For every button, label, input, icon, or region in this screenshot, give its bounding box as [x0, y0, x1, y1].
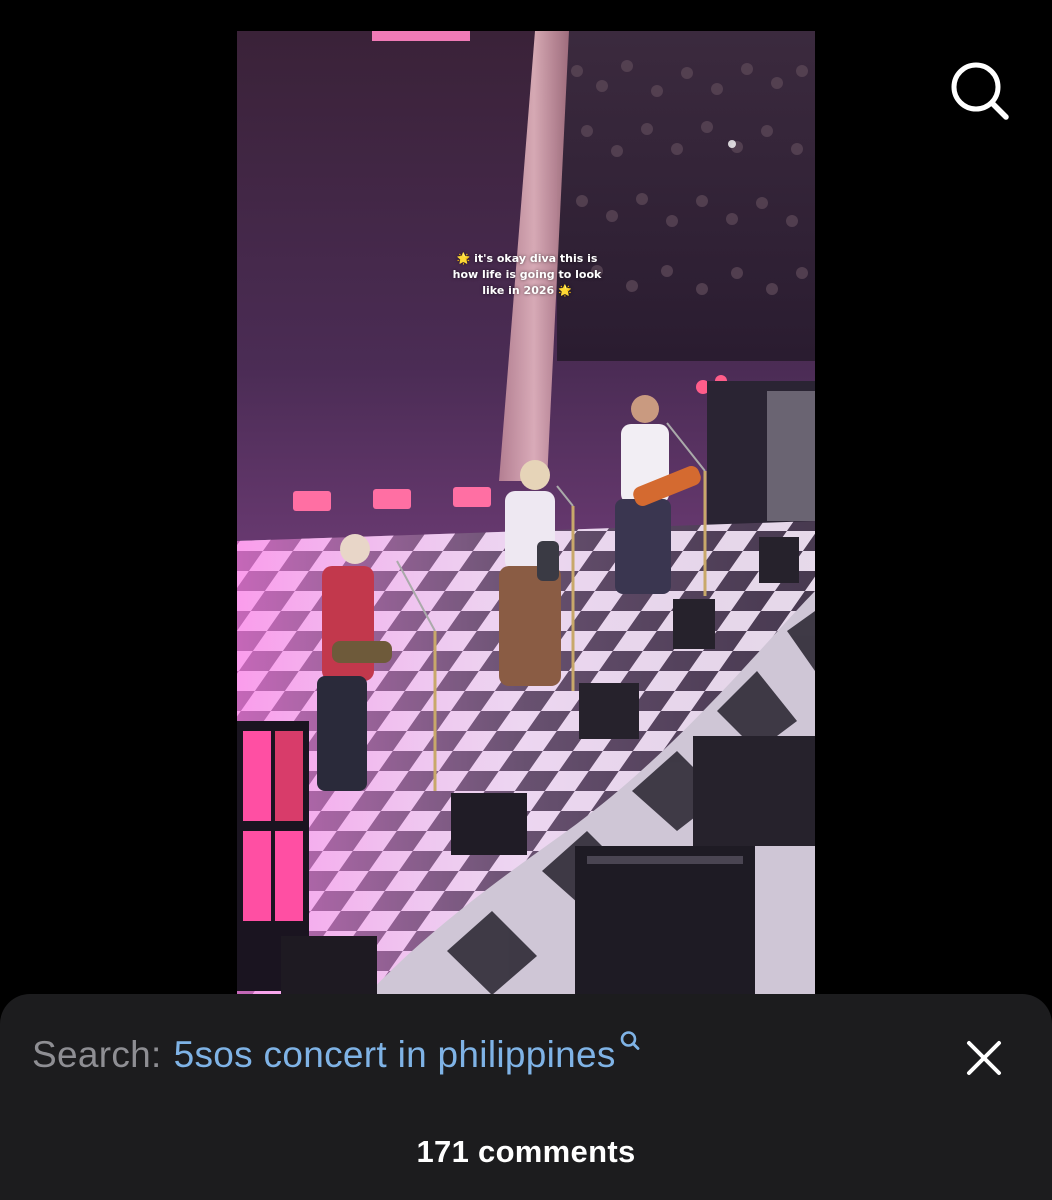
- comments-count[interactable]: 171 comments: [0, 1134, 1052, 1170]
- search-query[interactable]: 5sos concert in philippines: [174, 1034, 616, 1076]
- search-icon: [951, 62, 1009, 120]
- video-player[interactable]: 🌟 it's okay diva this is how life is goi…: [237, 31, 815, 995]
- video-caption: 🌟 it's okay diva this is how life is goi…: [437, 251, 617, 299]
- star-icon: 🌟: [558, 284, 572, 297]
- related-search-link[interactable]: Search: 5sos concert in philippines: [32, 1030, 641, 1080]
- caption-line-2: how life is going to look: [452, 268, 602, 281]
- search-prefix: Search:: [32, 1034, 162, 1075]
- star-icon: 🌟: [456, 252, 471, 265]
- search-icon: [620, 1031, 640, 1050]
- reels-screen: 🌟 it's okay diva this is how life is goi…: [0, 0, 1052, 1200]
- caption-line-3: like in 2026: [482, 284, 555, 297]
- caption-line-1: it's okay diva this is: [474, 252, 598, 265]
- close-icon: [967, 1041, 1001, 1075]
- concert-video-frame: [237, 31, 815, 995]
- close-button[interactable]: [960, 1034, 1008, 1082]
- comments-sheet: Search: 5sos concert in philippines 171 …: [0, 994, 1052, 1200]
- search-button[interactable]: [946, 58, 1012, 124]
